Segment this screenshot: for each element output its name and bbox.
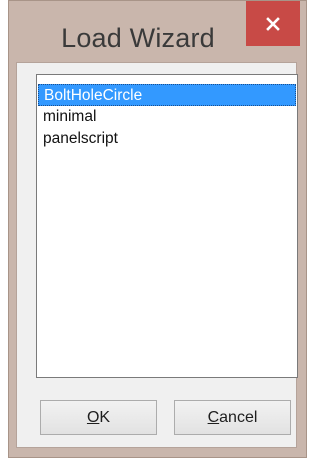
cancel-mnemonic: C [207, 409, 220, 426]
list-item[interactable]: panelscript [38, 128, 296, 150]
ok-label-rest: K [99, 409, 111, 426]
list-item[interactable]: minimal [38, 106, 296, 128]
list-item[interactable]: BoltHoleCircle [38, 84, 296, 106]
cancel-label-rest: ancel [219, 409, 258, 426]
title-bar[interactable]: Load Wizard [9, 1, 306, 63]
ok-button[interactable]: OK [40, 400, 157, 435]
close-icon [266, 16, 280, 31]
window-title: Load Wizard [61, 23, 215, 53]
wizard-listbox[interactable]: BoltHoleCircle minimal panelscript [36, 74, 298, 378]
cancel-button[interactable]: Cancel [174, 400, 291, 435]
close-button[interactable] [246, 1, 300, 46]
ok-mnemonic: O [86, 409, 100, 426]
